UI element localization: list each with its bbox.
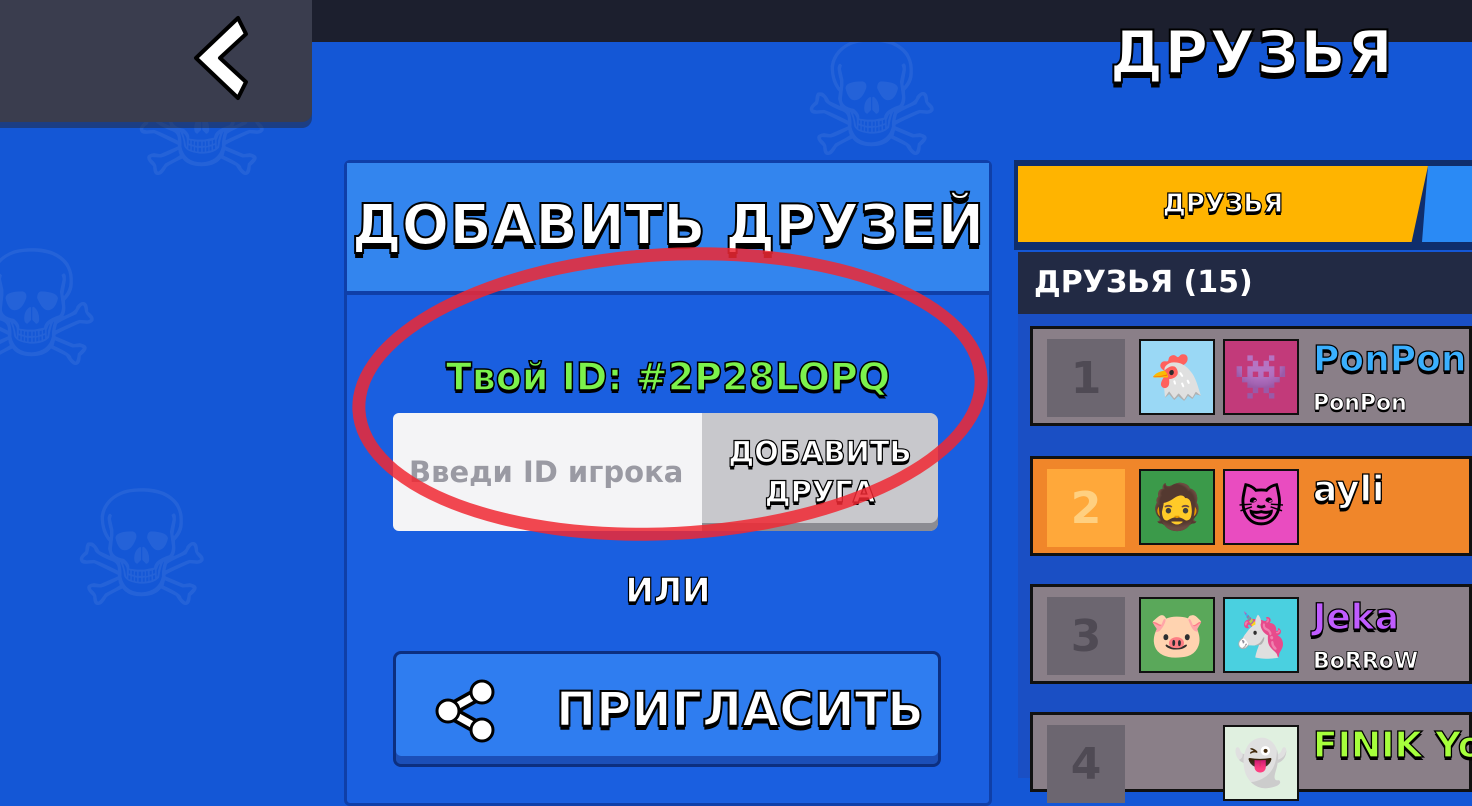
profile-icon: 🦄 <box>1223 597 1299 673</box>
friend-row[interactable]: 1 🐔 👾 PonPon PonPon <box>1030 326 1472 426</box>
chevron-left-icon <box>194 16 248 100</box>
add-friend-button-label: ДОБАВИТЬ ДРУГА <box>728 432 912 512</box>
brawler-avatar-icon: 🧔 <box>1139 469 1215 545</box>
add-friends-panel: ДОБАВИТЬ ДРУЗЕЙ Твой ID: #2P28LOPQ ДОБАВ… <box>344 160 992 806</box>
profile-icon: 😺 <box>1223 469 1299 545</box>
rank-badge: 3 <box>1047 597 1125 675</box>
background-skull-icon: ☠ <box>70 456 214 643</box>
add-friends-panel-header: ДОБАВИТЬ ДРУЗЕЙ <box>347 163 989 295</box>
player-id-input[interactable] <box>393 413 709 531</box>
brawler-avatar-icon: 🐔 <box>1139 339 1215 415</box>
add-friend-button[interactable]: ДОБАВИТЬ ДРУГА <box>702 413 938 531</box>
friend-name: Jeka <box>1312 596 1400 638</box>
profile-icon: 👻 <box>1223 725 1299 801</box>
share-icon <box>435 679 495 743</box>
friend-club: PonPon <box>1313 391 1408 417</box>
tab-other[interactable] <box>1422 166 1472 242</box>
add-friend-label-line2: ДРУГА <box>764 474 876 509</box>
invite-button[interactable]: ПРИГЛАСИТЬ <box>393 651 941 767</box>
background-skull-icon: ☠ <box>800 6 944 193</box>
your-id-label: Твой ID: #2P28LOPQ <box>445 354 891 400</box>
friend-name: PonPon <box>1312 338 1467 380</box>
add-friend-label-line1: ДОБАВИТЬ <box>728 434 912 469</box>
back-button[interactable] <box>0 0 312 122</box>
rank-badge: 2 <box>1047 469 1125 547</box>
background-skull-icon: ☠ <box>0 216 104 403</box>
friend-club: BoRRoW <box>1313 649 1419 675</box>
friend-name: FINIK Yo <box>1312 724 1472 766</box>
page-title: ДРУЗЬЯ <box>1109 17 1394 89</box>
profile-icon: 👾 <box>1223 339 1299 415</box>
tab-friends[interactable]: ДРУЗЬЯ <box>1018 166 1428 242</box>
friends-list-header: ДРУЗЬЯ (15) <box>1018 252 1472 314</box>
friend-row[interactable]: 3 🐷 🦄 Jeka BoRRoW <box>1030 584 1472 684</box>
rank-badge: 1 <box>1047 339 1125 417</box>
friend-name: ayli <box>1312 468 1385 510</box>
or-label: ИЛИ <box>625 570 711 611</box>
friend-row[interactable]: 4 👻 FINIK Yo <box>1030 712 1472 803</box>
friend-row[interactable]: 2 🧔 😺 ayli <box>1030 456 1472 556</box>
brawler-avatar-icon: 🐷 <box>1139 597 1215 673</box>
rank-badge: 4 <box>1047 725 1125 803</box>
add-friends-title: ДОБАВИТЬ ДРУЗЕЙ <box>351 192 985 259</box>
invite-button-label: ПРИГЛАСИТЬ <box>555 681 925 739</box>
